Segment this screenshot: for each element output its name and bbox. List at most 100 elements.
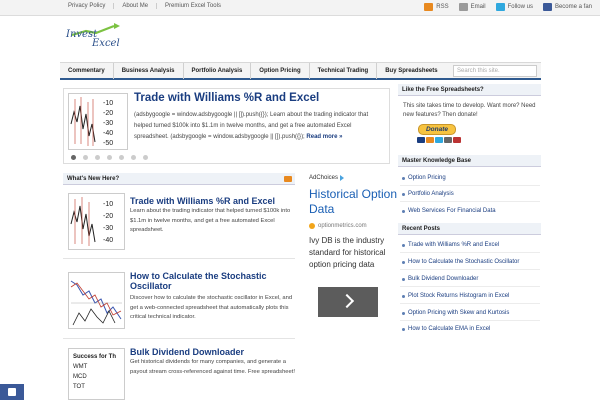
slider-title[interactable]: Trade with Williams %R and Excel <box>134 92 319 104</box>
sidebar-recent-link[interactable]: How to Calculate EMA in Excel <box>400 326 540 332</box>
sidebar-donate-header: Like the Free Spreadsheets? <box>398 84 541 96</box>
post-thumbnail[interactable]: Success for Th WMT MCD TOT <box>68 348 125 400</box>
divider <box>63 338 295 339</box>
sidebar-kb-link[interactable]: Portfolio Analysis <box>400 191 540 197</box>
sidebar-recent-header: Recent Posts <box>398 223 541 235</box>
post-excerpt: Learn about the trading indicator that h… <box>130 208 291 233</box>
slider-text: (adsbygoogle = window.adsbygoogle || [])… <box>134 112 369 140</box>
sidebar-recent-link[interactable]: How to Calculate the Stochastic Oscillat… <box>400 259 540 265</box>
rss-icon[interactable] <box>284 176 292 182</box>
nav-technical-trading[interactable]: Technical Trading <box>310 62 378 79</box>
sidebar-kb-link[interactable]: Option Pricing <box>400 175 540 181</box>
site-logo[interactable]: Invest Excel <box>66 23 136 57</box>
slider-dot[interactable] <box>107 155 112 160</box>
sidebar-recent-link[interactable]: Trade with Williams %R and Excel <box>400 242 540 248</box>
twitter-link[interactable]: Follow us <box>495 3 533 11</box>
thumb-tick: -50 <box>103 140 113 147</box>
slider-dot[interactable] <box>83 155 88 160</box>
top-links: Privacy Policy About Me Premium Excel To… <box>60 3 229 9</box>
divider <box>400 320 540 321</box>
divider <box>400 269 540 270</box>
ad-title[interactable]: Historical Option Data <box>309 187 399 217</box>
post-excerpt: Get historical dividends for many compan… <box>130 359 295 375</box>
twitter-icon <box>495 3 505 11</box>
whats-new-header: What's New Here? <box>63 173 295 185</box>
nav-option-pricing[interactable]: Option Pricing <box>251 62 310 79</box>
premium-excel-tools-link[interactable]: Premium Excel Tools <box>157 3 229 9</box>
thumb-tick: -30 <box>103 120 113 127</box>
williams-chart-thumbnail: -10 -20 -30 -40 <box>70 197 113 246</box>
divider <box>400 303 540 304</box>
donate-button[interactable]: Donate <box>418 124 456 135</box>
mastercard-icon <box>426 137 434 143</box>
slider-dots <box>71 155 155 160</box>
post-title[interactable]: How to Calculate the Stochastic Oscillat… <box>130 271 295 291</box>
ad-next-button[interactable] <box>318 287 378 317</box>
adchoices-icon <box>340 175 345 181</box>
thumb-tick: -10 <box>103 201 113 208</box>
stochastic-chart-thumbnail <box>70 280 122 326</box>
williams-chart-thumbnail: -10 -20 -30 -40 -50 <box>70 97 113 147</box>
read-more-link[interactable]: Read more » <box>306 134 342 140</box>
thumb-tick: -30 <box>103 225 113 232</box>
rss-icon <box>424 3 434 11</box>
post-excerpt: Discover how to calculate the stochastic… <box>130 295 293 320</box>
divider <box>63 258 295 259</box>
slider-thumbnail[interactable]: -10 -20 -30 -40 -50 <box>68 93 128 150</box>
social-links: RSS Email Follow us Become a fan <box>414 3 592 11</box>
nav-portfolio-analysis[interactable]: Portfolio Analysis <box>184 62 252 79</box>
adchoices-label[interactable]: AdChoices <box>309 175 345 181</box>
bank-icon <box>453 137 461 143</box>
main-nav: Commentary Business Analysis Portfolio A… <box>60 62 541 80</box>
post-title[interactable]: Trade with Williams %R and Excel <box>130 196 295 206</box>
email-link[interactable]: Email <box>458 3 486 11</box>
search-input[interactable]: Search this site. <box>453 65 537 77</box>
facebook-like-button[interactable] <box>0 384 24 400</box>
thumb-tick: -20 <box>103 110 113 117</box>
payment-cards <box>417 137 462 143</box>
about-me-link[interactable]: About Me <box>114 3 158 9</box>
divider <box>400 185 540 186</box>
thumbs-up-icon <box>8 388 16 396</box>
ad-unit[interactable]: AdChoices Historical Option Data optionm… <box>303 173 397 323</box>
slider-dot[interactable] <box>143 155 148 160</box>
sidebar-kb-header: Master Knowledge Base <box>398 155 541 167</box>
email-icon <box>458 3 468 11</box>
slider-dot[interactable] <box>119 155 124 160</box>
thumb-table: Success for Th WMT MCD TOT <box>73 354 117 390</box>
top-bar: Privacy Policy About Me Premium Excel To… <box>0 0 600 16</box>
thumb-tick: -10 <box>103 100 113 107</box>
sidebar-recent-link[interactable]: Bulk Dividend Downloader <box>400 276 540 282</box>
facebook-link[interactable]: Become a fan <box>542 3 592 11</box>
ad-url[interactable]: optionmetrics.com <box>309 223 367 229</box>
ad-description: Ivy DB is the industry standard for hist… <box>309 236 386 269</box>
sidebar-donate-text: This site takes time to develop. Want mo… <box>403 103 536 118</box>
thumb-tick: -40 <box>103 237 113 244</box>
facebook-icon <box>542 3 552 11</box>
divider <box>400 201 540 202</box>
amex-icon <box>435 137 443 143</box>
slider-dot[interactable] <box>71 155 76 160</box>
sidebar-recent-link[interactable]: Plot Stock Returns Histogram in Excel <box>400 293 540 299</box>
nav-buy-spreadsheets[interactable]: Buy Spreadsheets <box>377 63 445 79</box>
divider <box>400 286 540 287</box>
visa-icon <box>417 137 425 143</box>
chevron-right-icon <box>339 293 355 309</box>
slider-dot[interactable] <box>131 155 136 160</box>
nav-commentary[interactable]: Commentary <box>60 62 114 79</box>
slider-dot[interactable] <box>95 155 100 160</box>
sidebar-kb-link[interactable]: Web Services For Financial Data <box>400 208 540 214</box>
rss-link[interactable]: RSS <box>424 3 449 11</box>
post-thumbnail[interactable]: -10 -20 -30 -40 <box>68 193 125 250</box>
post-thumbnail[interactable] <box>68 272 125 329</box>
logo-text-excel: Excel <box>92 38 120 49</box>
location-pin-icon <box>309 223 315 229</box>
discover-icon <box>444 137 452 143</box>
privacy-policy-link[interactable]: Privacy Policy <box>60 3 115 9</box>
divider <box>400 252 540 253</box>
post-title[interactable]: Bulk Dividend Downloader <box>130 347 295 357</box>
thumb-tick: -20 <box>103 213 113 220</box>
nav-business-analysis[interactable]: Business Analysis <box>114 62 184 79</box>
sidebar-recent-link[interactable]: Option Pricing with Skew and Kurtosis <box>400 310 540 316</box>
thumb-tick: -40 <box>103 130 113 137</box>
